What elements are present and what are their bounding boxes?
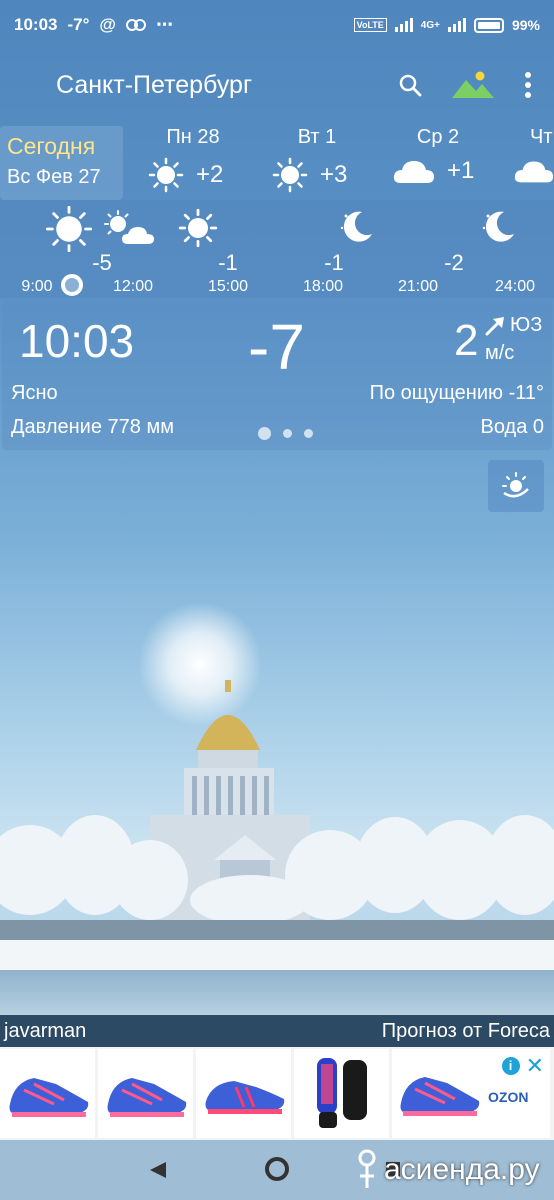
hourly-temp: -5 (92, 250, 112, 275)
ad-product[interactable] (294, 1049, 389, 1138)
page-dot-active (258, 427, 271, 440)
ad-product[interactable] (196, 1049, 291, 1138)
current-time: 10:03 (19, 315, 135, 367)
search-icon[interactable] (398, 73, 422, 97)
day-tab-today[interactable]: Сегодня Вс Фев 27 (0, 126, 123, 200)
home-icon[interactable] (264, 1156, 290, 1182)
photo-author[interactable]: javarman (4, 1020, 86, 1043)
condition-text: Ясно (11, 382, 58, 404)
sun-glow (138, 602, 262, 726)
pressure: Давление 778 мм (11, 416, 174, 438)
city-photo-background (0, 602, 554, 1015)
shin-guard-image (316, 1057, 367, 1128)
wind-speed: 2 (454, 316, 479, 365)
current-conditions-card[interactable]: 10:03 -7 2 ЮЗ м/с Ясно По ощущению -11° … (2, 302, 552, 450)
photo-credits-bar: javarman Прогноз от Foreca (0, 1015, 554, 1047)
football-boot-image (400, 1077, 480, 1116)
site-watermark: асиенда.ру (356, 1140, 540, 1200)
signal-icon-2 (447, 18, 466, 32)
back-icon[interactable] (148, 1160, 168, 1180)
feels-like: По ощущению -11° (369, 382, 544, 404)
hourly-time: 24:00 (494, 278, 536, 295)
hourly-time: 12:00 (112, 278, 154, 295)
watermark-logo-icon (358, 1149, 376, 1188)
forecast-provider[interactable]: Прогноз от Foreca (382, 1020, 550, 1043)
wind-arrow-icon (485, 316, 504, 335)
ad-close-icon[interactable]: ✕ (526, 1053, 544, 1079)
status-bar: 10:03 -7° @ ⋯ VoLTE 4G+ 99% (0, 0, 554, 50)
battery-percent: 99% (511, 17, 540, 33)
day-tab-thu[interactable]: Чт (514, 126, 554, 200)
wind-direction: ЮЗ (484, 314, 542, 337)
day-temp: +3 (320, 161, 348, 188)
day-name: Чт (530, 126, 553, 148)
water-temp: Вода 0 (480, 416, 545, 438)
day-tab-wed[interactable]: Ср 2 +1 (393, 126, 483, 200)
cloud-icon (393, 161, 434, 183)
page-dot (304, 429, 313, 438)
battery-icon (473, 17, 504, 33)
today-date: Вс Фев 27 (7, 166, 101, 188)
hourly-temp: -1 (218, 250, 238, 275)
hourly-forecast[interactable]: -5 -1 -1 -2 9:00 12:00 15:00 18:00 21:00… (0, 200, 554, 298)
day-temp: +2 (196, 161, 224, 188)
ad-product[interactable] (98, 1049, 193, 1138)
wind-unit: м/с (485, 342, 515, 364)
sun-icon (46, 206, 92, 252)
sun-icon (272, 157, 308, 193)
hourly-temp: -1 (324, 250, 344, 275)
wind-dir-label: ЮЗ (510, 314, 543, 336)
day-tab-mon[interactable]: Пн 28 +2 (148, 126, 238, 200)
day-name: Ср 2 (416, 126, 460, 148)
today-label: Сегодня (7, 133, 96, 159)
hourly-time: 15:00 (207, 278, 249, 295)
more-notifications-icon: ⋯ (155, 15, 173, 34)
hourly-temp: -2 (444, 250, 464, 275)
at-icon: @ (99, 15, 116, 34)
signal-icon (394, 18, 413, 32)
football-boot-image (9, 1077, 88, 1117)
ad-brand-logo: OZON (488, 1089, 529, 1105)
link-icon (125, 19, 146, 31)
day-name: Пн 28 (166, 126, 220, 148)
cloud-icon (514, 161, 554, 183)
day-name: Вт 1 (297, 126, 337, 148)
more-vert-icon[interactable] (524, 72, 532, 98)
ad-controls: i ✕ (501, 1053, 544, 1079)
current-temp: -7 (248, 311, 305, 383)
day-tab-tue[interactable]: Вт 1 +3 (272, 126, 362, 200)
football-boot-image (107, 1077, 186, 1117)
ad-info-icon[interactable]: i (501, 1057, 520, 1075)
page-indicator (258, 427, 313, 440)
moon-icon (482, 211, 514, 242)
sun-info-button[interactable] (488, 460, 544, 512)
sun-icon (178, 208, 218, 248)
day-temp: +1 (447, 157, 475, 184)
watermark-text: асиенда.ру (384, 1153, 540, 1186)
ad-brand-panel[interactable]: i ✕ OZON (392, 1049, 550, 1138)
current-time-marker (61, 274, 83, 296)
sun-cloud-icon (104, 210, 154, 244)
moon-icon (340, 211, 372, 242)
sun-icon (148, 157, 184, 193)
ad-banner[interactable]: i ✕ OZON (0, 1047, 554, 1140)
status-time: 10:03 (14, 15, 58, 34)
football-boot-image (205, 1080, 284, 1114)
network-label: 4G+ (420, 19, 440, 31)
hourly-time: 18:00 (302, 278, 344, 295)
volte-badge: VoLTE (353, 18, 387, 32)
day-tabs: Сегодня Вс Фев 27 Пн 28 +2 Вт 1 +3 Ср 2 … (0, 126, 554, 202)
page-dot (283, 429, 292, 438)
ad-product[interactable] (0, 1049, 95, 1138)
city-title[interactable]: Санкт-Петербург (56, 71, 252, 100)
landscape-icon[interactable] (452, 71, 494, 99)
status-temp: -7° (67, 15, 90, 34)
app-bar: Санкт-Петербург (0, 55, 554, 115)
hourly-time: 21:00 (397, 278, 439, 295)
sun-orbit-icon (502, 472, 529, 498)
